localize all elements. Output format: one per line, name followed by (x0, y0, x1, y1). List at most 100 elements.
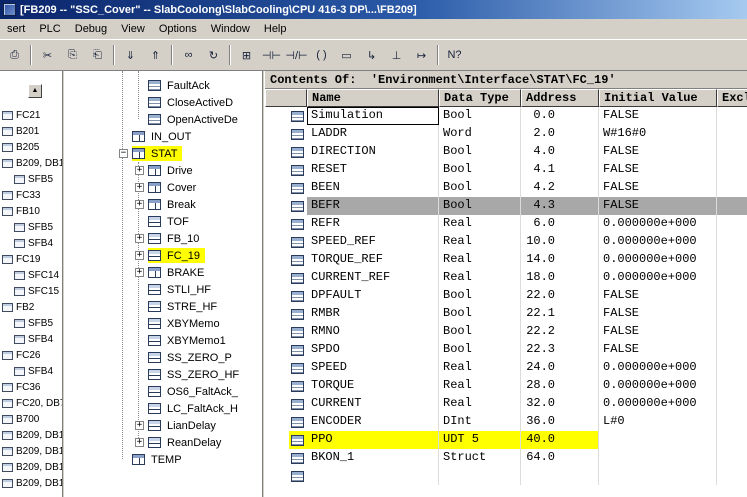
expand-box-icon[interactable]: + (135, 234, 144, 243)
tree-item-fb_10[interactable]: + FB_10 (65, 230, 262, 247)
project-item[interactable]: FC20, DB701 (0, 395, 62, 411)
cell-address[interactable]: 18.0 (521, 269, 599, 287)
project-item[interactable]: SFB5 (0, 219, 62, 235)
cell-name[interactable]: SPEED_REF (307, 233, 439, 251)
open-contact-icon[interactable]: ⊣⊢ (259, 44, 284, 66)
project-item[interactable]: SFB4 (0, 235, 62, 251)
project-item[interactable]: B209, DB103 (0, 443, 62, 459)
expand-box-icon[interactable]: + (135, 268, 144, 277)
project-item[interactable]: B201 (0, 123, 62, 139)
cell-initial-value[interactable]: W#16#0 (599, 125, 717, 143)
coil-icon[interactable]: ( ) (309, 44, 334, 66)
cell-initial-value[interactable]: FALSE (599, 197, 717, 215)
cell-data-type[interactable]: Bool (439, 107, 521, 125)
tree-item-stre_hf[interactable]: STRE_HF (65, 298, 262, 315)
cell-address[interactable] (521, 467, 599, 485)
row-icon-cell[interactable] (289, 107, 307, 125)
cell-data-type[interactable]: Bool (439, 341, 521, 359)
cell-address[interactable]: 24.0 (521, 359, 599, 377)
project-item[interactable]: B700 (0, 411, 62, 427)
cell-initial-value[interactable]: L#0 (599, 413, 717, 431)
menu-item-debug[interactable]: Debug (68, 21, 114, 37)
cell-name[interactable]: BEEN (307, 179, 439, 197)
menu-item-help[interactable]: Help (257, 21, 294, 37)
project-item[interactable]: SFB4 (0, 331, 62, 347)
row-icon-cell[interactable] (289, 161, 307, 179)
project-item[interactable]: FC21 (0, 107, 62, 123)
tree-item-temp[interactable]: TEMP (65, 451, 262, 468)
cell-exclu[interactable] (717, 413, 747, 431)
cell-data-type[interactable]: UDT 5 (439, 431, 521, 449)
row-icon-cell[interactable] (289, 395, 307, 413)
scroll-up-button[interactable]: ▲ (28, 84, 42, 98)
update-icon[interactable]: ↻ (201, 44, 226, 66)
cell-name[interactable]: RESET (307, 161, 439, 179)
cell-address[interactable]: 36.0 (521, 413, 599, 431)
cell-initial-value[interactable]: 0.000000e+000 (599, 359, 717, 377)
cell-data-type[interactable]: Real (439, 377, 521, 395)
row-icon-cell[interactable] (289, 215, 307, 233)
row-icon-cell[interactable] (289, 431, 307, 449)
row-icon-cell[interactable] (289, 197, 307, 215)
cell-name[interactable]: PPO (307, 431, 439, 449)
row-icon-cell[interactable] (289, 125, 307, 143)
project-item[interactable]: B209, DB105 (0, 475, 62, 491)
cell-initial-value[interactable]: 0.000000e+000 (599, 233, 717, 251)
cell-data-type[interactable]: Real (439, 215, 521, 233)
cell-address[interactable]: 22.0 (521, 287, 599, 305)
tree-item-stli_hf[interactable]: STLI_HF (65, 281, 262, 298)
cell-exclu[interactable] (717, 449, 747, 467)
tree-item-drive[interactable]: + Drive (65, 162, 262, 179)
project-item[interactable]: FC19 (0, 251, 62, 267)
cell-exclu[interactable] (717, 233, 747, 251)
cell-exclu[interactable] (717, 107, 747, 125)
cell-initial-value[interactable]: 0.000000e+000 (599, 377, 717, 395)
cell-data-type[interactable]: Bool (439, 287, 521, 305)
project-item[interactable]: FC26 (0, 347, 62, 363)
row-icon-cell[interactable] (289, 359, 307, 377)
cell-data-type[interactable]: Real (439, 251, 521, 269)
cell-data-type[interactable]: Bool (439, 323, 521, 341)
download-icon[interactable]: ⇓ (118, 44, 143, 66)
expand-box-icon[interactable]: + (135, 166, 144, 175)
cell-name[interactable] (307, 467, 439, 485)
cell-exclu[interactable] (717, 251, 747, 269)
menu-item-sert[interactable]: sert (0, 21, 32, 37)
cell-initial-value[interactable]: FALSE (599, 161, 717, 179)
row-icon-cell[interactable] (289, 449, 307, 467)
cell-name[interactable]: LADDR (307, 125, 439, 143)
tree-item-stat[interactable]: − STAT (65, 145, 262, 162)
cell-name[interactable]: RMNO (307, 323, 439, 341)
cell-address[interactable]: 6.0 (521, 215, 599, 233)
project-item[interactable]: FC33 (0, 187, 62, 203)
cell-initial-value[interactable]: 0.000000e+000 (599, 269, 717, 287)
cell-exclu[interactable] (717, 341, 747, 359)
cell-exclu[interactable] (717, 431, 747, 449)
tree-item-os6_faltack_[interactable]: OS6_FaltAck_ (65, 383, 262, 400)
tree-item-fc_19[interactable]: + FC_19 (65, 247, 262, 264)
print-icon[interactable]: ⎙ (2, 44, 27, 66)
cell-initial-value[interactable]: FALSE (599, 287, 717, 305)
cut-icon[interactable]: ✂ (35, 44, 60, 66)
cell-name[interactable]: CURRENT (307, 395, 439, 413)
cell-address[interactable]: 40.0 (521, 431, 599, 449)
tree-item-in_out[interactable]: IN_OUT (65, 128, 262, 145)
cell-name[interactable]: SPDO (307, 341, 439, 359)
cell-data-type[interactable]: Real (439, 269, 521, 287)
row-icon-cell[interactable] (289, 305, 307, 323)
cell-data-type[interactable]: Bool (439, 161, 521, 179)
paste-icon[interactable]: ⎗ (85, 44, 110, 66)
cell-initial-value[interactable]: FALSE (599, 179, 717, 197)
row-icon-cell[interactable] (289, 287, 307, 305)
context-help-icon[interactable]: N? (442, 44, 467, 66)
tree-item-openactivede[interactable]: OpenActiveDe (65, 111, 262, 128)
expand-box-icon[interactable]: + (135, 183, 144, 192)
upload-icon[interactable]: ⇑ (143, 44, 168, 66)
tree-item-faultack[interactable]: FaultAck (65, 77, 262, 94)
cell-data-type[interactable]: Bool (439, 179, 521, 197)
cell-initial-value[interactable] (599, 449, 717, 467)
cell-exclu[interactable] (717, 179, 747, 197)
row-icon-cell[interactable] (289, 323, 307, 341)
cell-exclu[interactable] (717, 305, 747, 323)
cell-data-type[interactable]: Bool (439, 197, 521, 215)
